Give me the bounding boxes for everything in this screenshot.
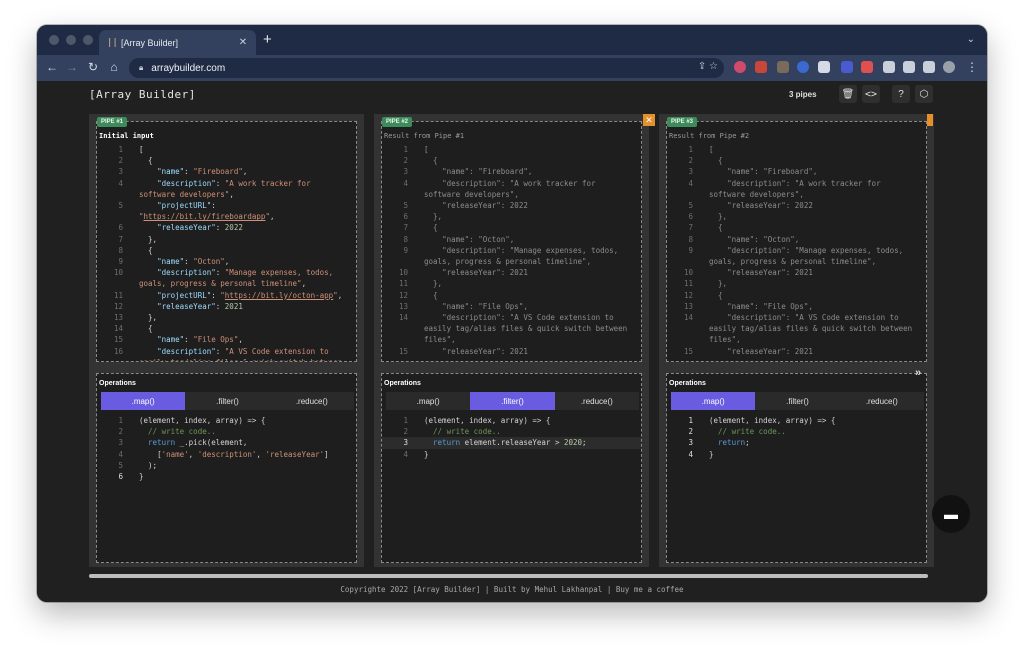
operation-tabs: .map() .filter() .reduce() bbox=[671, 392, 924, 410]
app-container: [Array Builder] 3 pipes 🗑︎ <> ? ⬡ Initia… bbox=[37, 81, 987, 602]
pipe-3-operations-panel: Operations .map() .filter() .reduce() 1(… bbox=[666, 373, 927, 563]
reading-list-icon[interactable] bbox=[903, 61, 915, 73]
remove-pipe-close-icon[interactable]: ✕ bbox=[643, 114, 655, 126]
pipe-1-input-panel[interactable]: Initial input 1[ 2 { 3 "name": "Fireboar… bbox=[96, 121, 357, 362]
tab-reduce[interactable]: .reduce() bbox=[555, 392, 639, 410]
pipe-badge: PIPE #1 bbox=[97, 117, 128, 127]
reload-icon[interactable]: ↻ bbox=[86, 60, 100, 74]
operation-code-editor[interactable]: 1 (element, index, array) => { 2 // write… bbox=[97, 415, 356, 482]
extension-badge-icon[interactable] bbox=[841, 61, 853, 73]
hexagon-icon[interactable]: ⬡ bbox=[915, 85, 933, 103]
close-window-button[interactable] bbox=[49, 35, 59, 45]
sidebar-icon[interactable] bbox=[923, 61, 935, 73]
window-controls bbox=[49, 35, 93, 45]
tab-filter[interactable]: .filter() bbox=[470, 392, 555, 410]
pipe-1-operations-panel: Operations .map() .filter() .reduce() 1(… bbox=[96, 373, 357, 563]
home-icon[interactable]: ⌂ bbox=[107, 60, 121, 74]
tab-title: [Array Builder] bbox=[121, 37, 179, 48]
extensions-puzzle-icon[interactable] bbox=[883, 61, 895, 73]
profile-avatar[interactable] bbox=[943, 61, 955, 73]
code-icon[interactable]: <> bbox=[862, 85, 880, 103]
tab-search-chevron-icon[interactable]: ⌄ bbox=[967, 34, 975, 45]
operations-label: Operations bbox=[384, 380, 421, 387]
result-code-view[interactable]: 1[ 2 { 3 "name": "Fireboard", 4 "descrip… bbox=[667, 144, 926, 357]
tab-filter[interactable]: .filter() bbox=[185, 392, 269, 410]
tab-reduce[interactable]: .reduce() bbox=[840, 392, 924, 410]
extension-f-icon[interactable] bbox=[777, 61, 789, 73]
gmail-extension-icon[interactable] bbox=[755, 61, 767, 73]
operation-code-editor[interactable]: 1 (element, index, array) => { 2 // write… bbox=[382, 415, 641, 460]
browser-tab[interactable]: || [Array Builder] ✕ bbox=[99, 30, 256, 55]
input-label: Result from Pipe #1 bbox=[384, 132, 465, 140]
input-label: Initial input bbox=[99, 132, 154, 140]
pipe-2: Result from Pipe #1 1[ 2 { 3 "name": "Fi… bbox=[374, 114, 649, 567]
next-pipe-edge bbox=[927, 114, 933, 126]
pipe-1: Initial input 1[ 2 { 3 "name": "Fireboar… bbox=[89, 114, 364, 567]
menu-dots-icon[interactable]: ⋮ bbox=[965, 60, 979, 74]
operation-code-editor[interactable]: 1 (element, index, array) => { 2 // write… bbox=[667, 415, 926, 460]
lock-icon: 🔒︎ bbox=[139, 63, 144, 72]
operations-label: Operations bbox=[99, 380, 136, 387]
chat-icon[interactable]: ▬ bbox=[932, 495, 970, 533]
extension-calendar-icon[interactable] bbox=[861, 61, 873, 73]
pipe-2-operations-panel: Operations .map() .filter() .reduce() 1(… bbox=[381, 373, 642, 563]
pipe-badge: PIPE #2 bbox=[382, 117, 413, 127]
operation-tabs: .map() .filter() .reduce() bbox=[386, 392, 639, 410]
tab-map[interactable]: .map() bbox=[671, 392, 756, 410]
tab-reduce[interactable]: .reduce() bbox=[270, 392, 354, 410]
input-code-editor[interactable]: 1[ 2 { 3 "name": "Fireboard", 4 "descrip… bbox=[97, 144, 356, 361]
page-title: [Array Builder] bbox=[89, 88, 196, 101]
expand-double-chevron-icon[interactable]: » bbox=[915, 367, 921, 379]
operations-label: Operations bbox=[669, 380, 706, 387]
tab-map[interactable]: .map() bbox=[101, 392, 186, 410]
address-bar[interactable]: 🔒︎ arraybuilder.com ⇪ ☆ bbox=[129, 58, 724, 78]
new-tab-icon[interactable]: + bbox=[263, 31, 272, 48]
extension-gear-icon[interactable] bbox=[797, 61, 809, 73]
tab-close-icon[interactable]: ✕ bbox=[238, 37, 248, 48]
pipe-badge: PIPE #3 bbox=[667, 117, 698, 127]
input-label: Result from Pipe #2 bbox=[669, 132, 750, 140]
forward-icon[interactable]: → bbox=[65, 60, 79, 74]
favicon-icon: || bbox=[107, 37, 118, 48]
footer-text: Copyrighte 2022 [Array Builder] | Built … bbox=[340, 585, 684, 594]
trash-icon[interactable]: 🗑︎ bbox=[839, 85, 857, 103]
browser-window: || [Array Builder] ✕ + ⌄ ← → ↻ ⌂ 🔒︎ arra… bbox=[37, 25, 987, 602]
help-icon[interactable]: ? bbox=[892, 85, 910, 103]
operation-tabs: .map() .filter() .reduce() bbox=[101, 392, 354, 410]
pipe-3-input-panel[interactable]: Result from Pipe #2 1[ 2 { 3 "name": "Fi… bbox=[666, 121, 927, 362]
tab-map[interactable]: .map() bbox=[386, 392, 470, 410]
minimize-window-button[interactable] bbox=[66, 35, 76, 45]
share-star-icons[interactable]: ⇪ ☆ bbox=[698, 61, 718, 72]
pipe-2-input-panel[interactable]: Result from Pipe #1 1[ 2 { 3 "name": "Fi… bbox=[381, 121, 642, 362]
tab-bar: || [Array Builder] ✕ + ⌄ bbox=[37, 25, 987, 55]
url-text: arraybuilder.com bbox=[151, 62, 226, 74]
extension-chat-icon[interactable] bbox=[818, 61, 830, 73]
extension-1-icon[interactable] bbox=[734, 61, 746, 73]
pipes-count: 3 pipes bbox=[789, 90, 817, 99]
navigation-bar: ← → ↻ ⌂ 🔒︎ arraybuilder.com ⇪ ☆ ⋮ bbox=[37, 55, 987, 81]
tab-filter[interactable]: .filter() bbox=[755, 392, 839, 410]
maximize-window-button[interactable] bbox=[83, 35, 93, 45]
horizontal-scrollbar[interactable] bbox=[89, 574, 928, 578]
back-icon[interactable]: ← bbox=[45, 60, 59, 74]
pipe-3: Result from Pipe #2 1[ 2 { 3 "name": "Fi… bbox=[659, 114, 934, 567]
result-code-view[interactable]: 1[ 2 { 3 "name": "Fireboard", 4 "descrip… bbox=[382, 144, 641, 357]
